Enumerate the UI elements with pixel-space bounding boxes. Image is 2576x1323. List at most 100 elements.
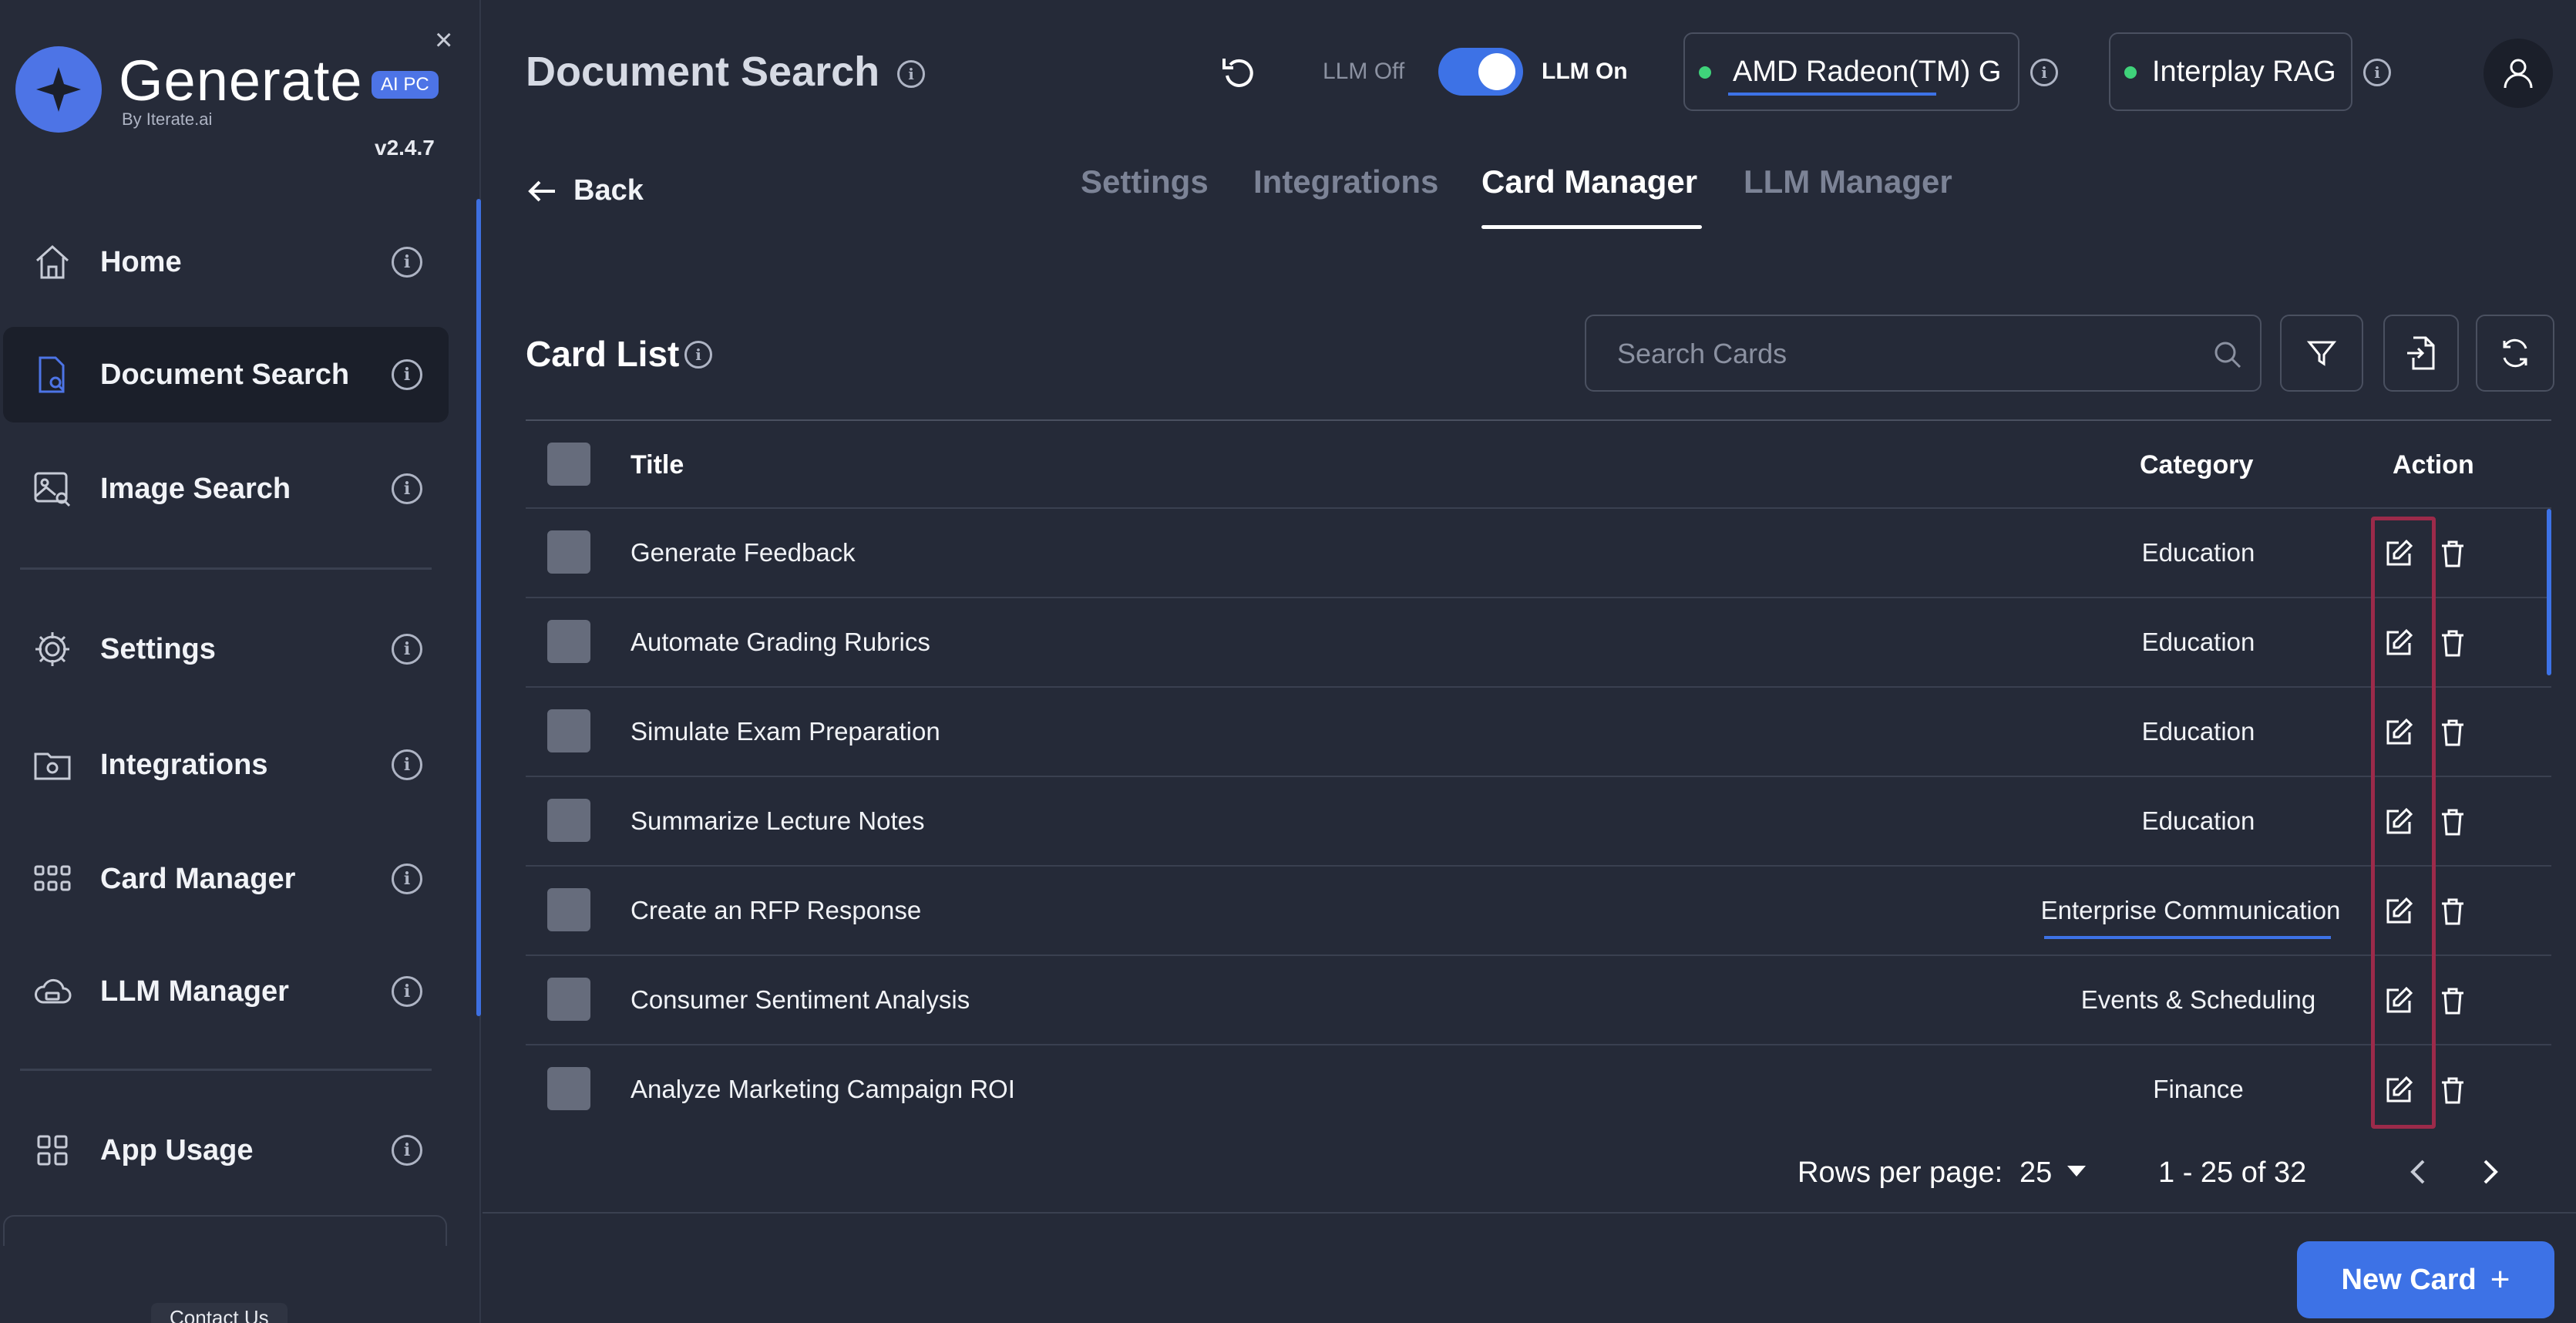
row-category: Enterprise Communication <box>2040 896 2341 924</box>
table-row[interactable]: Analyze Marketing Campaign ROI Finance <box>526 1044 2551 1133</box>
row-checkbox[interactable] <box>547 978 590 1021</box>
trash-icon[interactable] <box>2437 717 2468 748</box>
sidebar-item-document-search[interactable]: Document Search i <box>3 327 449 422</box>
info-icon[interactable]: i <box>392 473 422 504</box>
card-list-title: Card List <box>526 334 680 374</box>
rag-select[interactable]: Interplay RAG <box>2109 32 2352 111</box>
trash-icon[interactable] <box>2437 985 2468 1016</box>
table-row[interactable]: Summarize Lecture Notes Education <box>526 776 2551 865</box>
rows-per-page-select[interactable]: 25 <box>2019 1156 2052 1190</box>
info-icon[interactable]: i <box>897 60 925 88</box>
table-row[interactable]: Create an RFP Response Enterprise Commun… <box>526 865 2551 954</box>
column-header-action: Action <box>2393 450 2474 480</box>
info-icon[interactable]: i <box>392 976 422 1007</box>
trash-icon[interactable] <box>2437 896 2468 927</box>
sidebar-item-llm-manager[interactable]: LLM Manager i <box>3 944 449 1039</box>
sidebar-item-home[interactable]: Home i <box>3 214 449 310</box>
row-checkbox[interactable] <box>547 709 590 752</box>
sidebar-item-label: App Usage <box>100 1133 254 1166</box>
close-sidebar-icon[interactable]: × <box>435 23 452 58</box>
pagination-range: 1 - 25 of 32 <box>2158 1156 2307 1189</box>
trash-icon[interactable] <box>2437 538 2468 569</box>
column-header-title[interactable]: Title <box>631 450 684 480</box>
llm-off-label: LLM Off <box>1323 59 1405 84</box>
sidebar-item-label: Document Search <box>100 358 350 391</box>
info-icon[interactable]: i <box>392 247 422 278</box>
category-underline <box>2044 936 2331 939</box>
sidebar-item-card-manager[interactable]: Card Manager i <box>3 831 449 927</box>
undo-icon[interactable] <box>1218 51 1261 94</box>
new-card-button[interactable]: New Card + <box>2297 1241 2554 1318</box>
document-search-icon <box>31 353 74 396</box>
tab-integrations[interactable]: Integrations <box>1253 163 1438 200</box>
info-icon[interactable]: i <box>392 749 422 780</box>
trash-icon[interactable] <box>2437 628 2468 658</box>
import-button[interactable] <box>2383 315 2459 392</box>
home-icon <box>31 241 74 284</box>
sidebar-scrollbar[interactable] <box>476 199 481 1016</box>
llm-toggle[interactable] <box>1438 48 1523 96</box>
sidebar-item-image-search[interactable]: Image Search i <box>3 441 449 537</box>
image-search-icon <box>31 467 74 510</box>
rag-label: Interplay RAG <box>2152 56 2336 88</box>
tab-llm-manager[interactable]: LLM Manager <box>1744 163 1952 200</box>
row-category: Finance <box>2153 1075 2244 1103</box>
contact-us-button[interactable]: Contact Us <box>151 1303 288 1323</box>
row-category: Education <box>2141 628 2255 656</box>
row-checkbox[interactable] <box>547 888 590 931</box>
table-top-border <box>526 419 2551 421</box>
row-title: Automate Grading Rubrics <box>631 628 930 656</box>
search-input[interactable] <box>1617 335 2203 373</box>
caret-down-icon[interactable] <box>2067 1166 2086 1177</box>
trash-icon[interactable] <box>2437 806 2468 837</box>
row-category: Events & Scheduling <box>2080 985 2316 1014</box>
info-icon[interactable]: i <box>684 341 712 369</box>
logo-mark-icon <box>15 46 102 133</box>
cloud-icon <box>31 970 74 1013</box>
table-row[interactable]: Automate Grading Rubrics Education <box>526 597 2551 686</box>
row-checkbox[interactable] <box>547 620 590 663</box>
new-card-label: New Card <box>2341 1263 2477 1296</box>
row-title: Consumer Sentiment Analysis <box>631 985 970 1014</box>
filter-button[interactable] <box>2280 315 2363 392</box>
ai-pc-badge: AI PC <box>372 71 439 99</box>
sidebar-item-integrations[interactable]: Integrations i <box>3 717 449 813</box>
search-icon[interactable] <box>2211 338 2245 372</box>
back-button[interactable]: Back <box>527 174 644 207</box>
info-icon[interactable]: i <box>2030 59 2058 86</box>
row-checkbox[interactable] <box>547 799 590 842</box>
tab-settings[interactable]: Settings <box>1081 163 1209 200</box>
gpu-select[interactable]: AMD Radeon(TM) G <box>1683 32 2019 111</box>
sidebar-item-label: Home <box>100 245 182 278</box>
logo-text: Generate <box>119 49 363 113</box>
sidebar-divider <box>20 567 432 570</box>
info-icon[interactable]: i <box>392 863 422 894</box>
sidebar-item-settings[interactable]: Settings i <box>3 601 449 697</box>
grid-icon <box>31 857 74 901</box>
info-icon[interactable]: i <box>2363 59 2391 86</box>
select-all-checkbox[interactable] <box>547 443 590 486</box>
trash-icon[interactable] <box>2437 1075 2468 1106</box>
gear-icon <box>31 628 74 671</box>
arrow-left-icon <box>528 180 555 201</box>
chevron-right-icon <box>2484 1160 2498 1184</box>
info-icon[interactable]: i <box>392 634 422 665</box>
tab-card-manager[interactable]: Card Manager <box>1481 163 1697 200</box>
user-avatar-icon[interactable] <box>2484 39 2553 108</box>
row-checkbox[interactable] <box>547 530 590 574</box>
table-row[interactable]: Generate Feedback Education <box>526 507 2551 597</box>
row-title: Generate Feedback <box>631 538 856 567</box>
table-scrollbar[interactable] <box>2547 509 2551 675</box>
previous-page-button[interactable] <box>2397 1149 2440 1195</box>
sidebar-item-label: Settings <box>100 632 216 665</box>
sidebar-item-app-usage[interactable]: App Usage i <box>3 1102 449 1198</box>
table-row[interactable]: Simulate Exam Preparation Education <box>526 686 2551 776</box>
column-header-category[interactable]: Category <box>2140 450 2253 480</box>
info-icon[interactable]: i <box>392 359 422 390</box>
info-icon[interactable]: i <box>392 1135 422 1166</box>
table-row[interactable]: Consumer Sentiment Analysis Events & Sch… <box>526 954 2551 1044</box>
refresh-button[interactable] <box>2476 315 2554 392</box>
next-page-button[interactable] <box>2468 1149 2511 1195</box>
row-title: Summarize Lecture Notes <box>631 806 925 835</box>
row-checkbox[interactable] <box>547 1067 590 1110</box>
